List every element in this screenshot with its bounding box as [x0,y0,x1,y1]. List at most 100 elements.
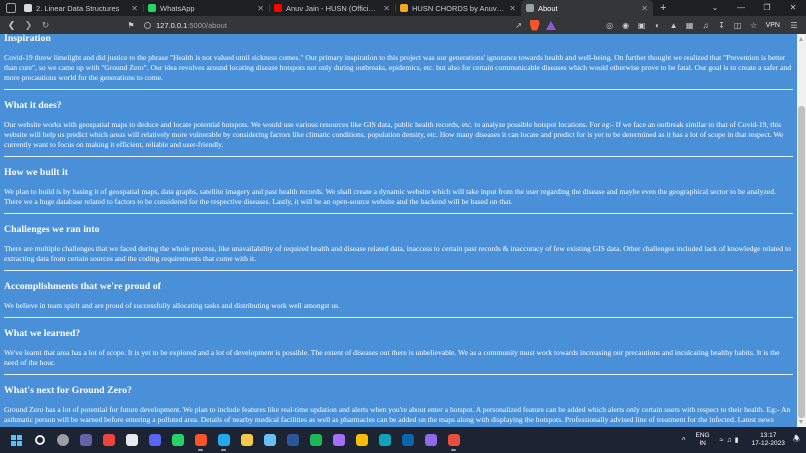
anydesk-icon [102,434,115,446]
tab-2[interactable]: WhatsApp ✕ [143,0,269,16]
section-body: Ground Zero has a lot of potential for f… [4,405,791,427]
scroll-up-icon[interactable] [799,37,803,41]
share-icon[interactable]: ↗ [511,21,527,30]
file-explorer-taskbar-button[interactable] [235,427,258,453]
sidebar-icon[interactable]: ◫ [730,21,746,30]
edge-taskbar-button[interactable] [373,427,396,453]
tab-close-icon[interactable]: ✕ [131,4,138,13]
section-body: There are multiple challenges that we fa… [4,244,791,263]
tab-4[interactable]: HUSN CHORDS by Anuv Jain @ Ultim ✕ [395,0,521,16]
section-heading: How we built it [4,167,68,178]
language-indicator[interactable]: ENG IN [696,432,710,448]
settings-gear-taskbar-button[interactable] [51,427,74,453]
vscode-icon [217,434,230,446]
tab-close-icon[interactable]: ✕ [641,4,648,13]
brave-icon [194,434,207,446]
file-explorer-icon [240,434,253,446]
whatsapp-taskbar-button[interactable] [166,427,189,453]
scroll-down-icon[interactable] [799,420,803,424]
bookmark-icon[interactable]: ⚑ [124,21,138,30]
address-bar[interactable]: 127.0.0.1:5000/about [144,18,444,32]
leo-icon[interactable]: ☆ [746,21,762,30]
maximize-icon[interactable]: ❐ [754,0,780,16]
media-player-taskbar-button[interactable] [442,427,465,453]
wallet-icon[interactable]: ▲ [666,21,682,30]
tray-overflow-chevron-icon[interactable]: ^ [682,436,686,445]
github-desktop-taskbar-button[interactable] [327,427,350,453]
steam-taskbar-button[interactable] [258,427,281,453]
anydesk-taskbar-button[interactable] [97,427,120,453]
network-volume-battery-icons[interactable]: ≈♫▮ [720,436,742,444]
tab-list: 2. Linear Data Structures ✕ WhatsApp ✕ Anuv … [19,0,653,16]
chrome-taskbar-button[interactable] [350,427,373,453]
tab-close-icon[interactable]: ✕ [257,4,264,13]
tab-close-icon[interactable]: ✕ [383,4,390,13]
clock-time: 13:17 [760,432,777,439]
chrome-icon [355,434,368,446]
dropdown-chevron-icon[interactable]: ⌄ [702,0,728,16]
section-divider [4,374,793,375]
section-body: Our website works with geospatial maps t… [4,120,784,149]
obsidian-taskbar-button[interactable] [419,427,442,453]
extensions-puzzle-icon[interactable]: ▦ [682,21,698,30]
outlook-icon [401,434,414,446]
teams-taskbar-button[interactable] [74,427,97,453]
outlook-taskbar-button[interactable] [396,427,419,453]
brave-shields-icon[interactable] [529,19,540,31]
tab-close-icon[interactable]: ✕ [509,4,516,13]
browser-toolbar: ❮ ❯ ↻ ⚑ 127.0.0.1:5000/about ↗ ◎ ◉ ▣ ◐ ▲… [0,16,806,34]
tab-label: Anuv Jain - HUSN (Official Video) - Yo [286,3,379,13]
discord-taskbar-button[interactable] [143,427,166,453]
back-arrow-icon[interactable]: ❮ [3,20,20,31]
vpn-button[interactable]: VPN [766,22,780,29]
tab-label: 2. Linear Data Structures [36,3,120,13]
notion-taskbar-button[interactable] [120,427,143,453]
site-info-icon[interactable] [144,21,151,29]
obsidian-icon [424,434,437,446]
section-body: We've learnt that area has a lot of scop… [4,348,780,367]
toolbar-right: ↗ ◎ ◉ ▣ ◐ ▲ ▦ ♫ ↧ ◫ ☆ VPN ☰ [511,16,806,34]
taskbar-search-button[interactable] [28,427,51,453]
tab-label: HUSN CHORDS by Anuv Jain @ Ultim [412,3,505,13]
menu-icon[interactable]: ☰ [786,21,802,30]
notification-bell-icon[interactable]: 🕭 [793,433,800,447]
section-5: Accomplishments that we're proud of We be… [4,281,793,318]
music-icon[interactable]: ♫ [698,21,714,30]
tab-5[interactable]: About ✕ [521,0,653,16]
section-3: How we built it We plan to build is by ba… [4,167,793,214]
download-icon[interactable]: ↧ [714,21,730,30]
tab-1[interactable]: 2. Linear Data Structures ✕ [19,0,143,16]
brave-taskbar-button[interactable] [189,427,212,453]
section-2: What it does? Our website works with geos… [4,100,793,157]
section-divider [4,156,793,157]
tab-3[interactable]: Anuv Jain - HUSN (Official Video) - Yo ✕ [269,0,395,16]
screenshot-icon[interactable]: ▣ [634,21,650,30]
scrollbar-thumb[interactable] [798,106,805,418]
minimize-icon[interactable]: — [728,0,754,16]
forward-arrow-icon[interactable]: ❯ [20,20,37,31]
vscode-taskbar-button[interactable] [212,427,235,453]
incognito-icon[interactable]: ◎ [602,21,618,30]
reload-icon[interactable]: ↻ [37,20,54,31]
page-scrollbar[interactable] [797,34,806,427]
section-1: Inspiration Covid-19 threw limelight and … [4,34,793,90]
color-picker-icon[interactable]: ◐ [650,21,666,30]
language-region: IN [699,440,706,447]
tab-strip: 2. Linear Data Structures ✕ WhatsApp ✕ Anuv … [0,0,806,16]
taskbar-clock[interactable]: 13:17 17-12-2023 [752,432,785,448]
spotify-taskbar-button[interactable] [304,427,327,453]
close-icon[interactable]: ✕ [780,0,806,16]
teams-icon [79,434,92,446]
search-icon [34,435,45,445]
tab-actions-icon[interactable] [6,3,16,13]
extension-icon[interactable]: ◉ [618,21,634,30]
new-tab-button[interactable]: + [653,2,673,14]
whatsapp-icon [171,434,184,446]
tab-favicon-icon [24,4,32,12]
windows-taskbar: ^ ENG IN ≈♫▮ 13:17 17-12-2023 🕭 [0,427,806,453]
start-button[interactable] [5,427,28,453]
section-7: What's next for Ground Zero? Ground Zero … [4,385,793,427]
word-taskbar-button[interactable] [281,427,304,453]
brave-rewards-icon[interactable] [545,20,556,30]
windows-logo-icon [11,434,22,446]
